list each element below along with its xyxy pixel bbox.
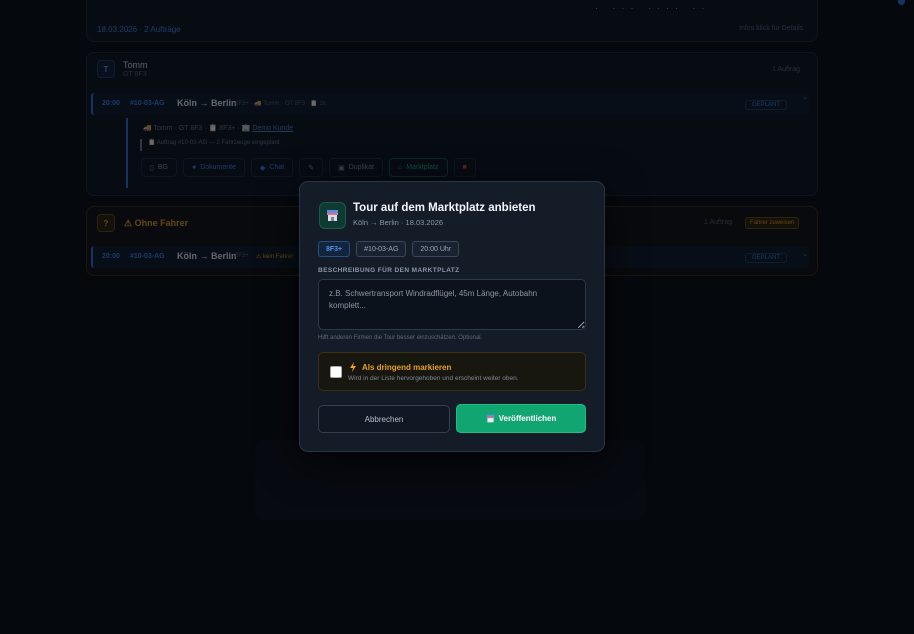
description-label: BESCHREIBUNG FÜR DEN MARKTPLATZ <box>318 267 460 274</box>
store-icon: ⌂ <box>398 164 403 171</box>
chip-order-number: #10-03-AG <box>356 241 407 257</box>
driver-order-count: 1 Auftrag <box>772 66 801 73</box>
order-time: 20:00 <box>102 100 120 107</box>
description-textarea[interactable] <box>318 279 586 330</box>
status-badge: GEPLANT <box>745 100 788 110</box>
order-route: Köln → Berlin <box>177 98 237 108</box>
order-meta: 8F3+ <box>235 253 249 259</box>
modal-subtitle: Köln → Berlin · 18.03.2026 <box>353 218 444 227</box>
chevron-up-icon[interactable]: ⌃ <box>802 96 809 105</box>
publish-label: Veröffentlichen <box>498 414 557 423</box>
status-badge: GEPLANT <box>745 253 788 263</box>
urgent-subtitle: Wird in der Liste hervorgehoben und ersc… <box>348 375 519 382</box>
urgent-title: Als dringend markieren <box>362 363 452 372</box>
toggle-indicator <box>898 0 905 5</box>
marketplace-modal: Tour auf dem Marktplatz anbieten Köln → … <box>299 181 605 452</box>
modal-title: Tour auf dem Marktplatz anbieten <box>353 202 536 214</box>
order-route: Köln → Berlin <box>177 251 237 261</box>
order-row[interactable]: 20:00 #10-03-AG Köln → Berlin 8F3+ · 🚚 T… <box>91 93 809 115</box>
chevron-down-icon[interactable]: ⌄ <box>802 249 809 258</box>
driver-vehicle: GT 8F3 <box>123 71 147 78</box>
bg-button[interactable]: ▯ BG <box>141 158 177 177</box>
urgent-checkbox[interactable] <box>330 366 342 378</box>
delete-button[interactable]: ■ <box>453 158 476 177</box>
pin-icon: ● <box>191 164 197 171</box>
order-number: #10-03-AG <box>130 253 165 260</box>
no-driver-badge: ⚠ kein Fahrer <box>256 254 294 260</box>
documents-button[interactable]: ● Dokumente <box>182 158 246 177</box>
edit-button[interactable]: ✎ <box>299 158 324 177</box>
document-icon: ▯ <box>150 164 154 172</box>
driver-avatar: T <box>97 60 115 78</box>
description-hint: Hilft anderen Firmen die Tour besser ein… <box>318 335 483 341</box>
chat-button[interactable]: ◆ Chat <box>251 158 294 177</box>
chip-vehicle-class: 8F3+ <box>318 241 351 257</box>
lightning-icon <box>350 362 356 372</box>
driver-name: Tomm <box>123 60 148 70</box>
tour-chips: 8F3+ #10-03-AG 20:00 Uhr <box>318 241 460 257</box>
cancel-button[interactable]: Abbrechen <box>318 405 450 433</box>
marketplace-button[interactable]: ⌂ Marktplatz <box>389 158 448 177</box>
urgent-option[interactable]: Als dringend markieren Wird in der Liste… <box>318 352 586 391</box>
blurred-panel <box>255 440 645 520</box>
market-icon <box>486 414 494 423</box>
order-detail: 🚚 Tomm · GT 8F3 · 📋 8F3+ · 🏢 Demo Kunde … <box>126 118 802 188</box>
customer-link[interactable]: Demo Kunde <box>252 125 293 132</box>
market-icon <box>319 202 346 229</box>
duplicate-button[interactable]: ▣ Duplikat <box>329 158 383 177</box>
order-actions: ▯ BG ● Dokumente ◆ Chat ✎ ▣ Duplikat ⌂ Marktp… <box>141 158 476 177</box>
chip-time: 20:00 Uhr <box>412 241 460 257</box>
trash-icon: ■ <box>462 164 467 171</box>
order-meta: 8F3+ · 🚚 Tomm · GT 8F3 · 📋 2x <box>235 101 326 107</box>
unassigned-title: ⚠ Ohne Fahrer <box>124 218 189 228</box>
order-number: #10-03-AG <box>130 100 165 107</box>
date-group-right: Infos klick für Details <box>739 25 804 32</box>
cancel-label: Abbrechen <box>364 414 404 424</box>
detail-line-order: 📋 Auftrag #10-03-AG — 2 Fahrzeuge eingep… <box>140 139 800 151</box>
top-order-card: · ··· ···· ·· <box>86 0 905 42</box>
publish-button[interactable]: Veröffentlichen <box>456 404 586 433</box>
assign-driver-button[interactable]: Fahrer zuweisen <box>745 217 800 229</box>
top-dots: · ··· ···· ·· <box>595 3 711 13</box>
edit-icon: ✎ <box>308 164 315 172</box>
date-group-label: 18.03.2026 · 2 Aufträge <box>97 25 181 34</box>
order-time: 20:00 <box>102 253 120 260</box>
detail-line-vehicle: 🚚 Tomm · GT 8F3 · 📋 8F3+ · 🏢 Demo Kunde <box>143 125 294 132</box>
chat-icon: ◆ <box>260 164 266 172</box>
copy-icon: ▣ <box>338 164 345 172</box>
unassigned-avatar: ? <box>97 214 115 232</box>
unassigned-count: 1 Auftrag <box>704 219 733 226</box>
